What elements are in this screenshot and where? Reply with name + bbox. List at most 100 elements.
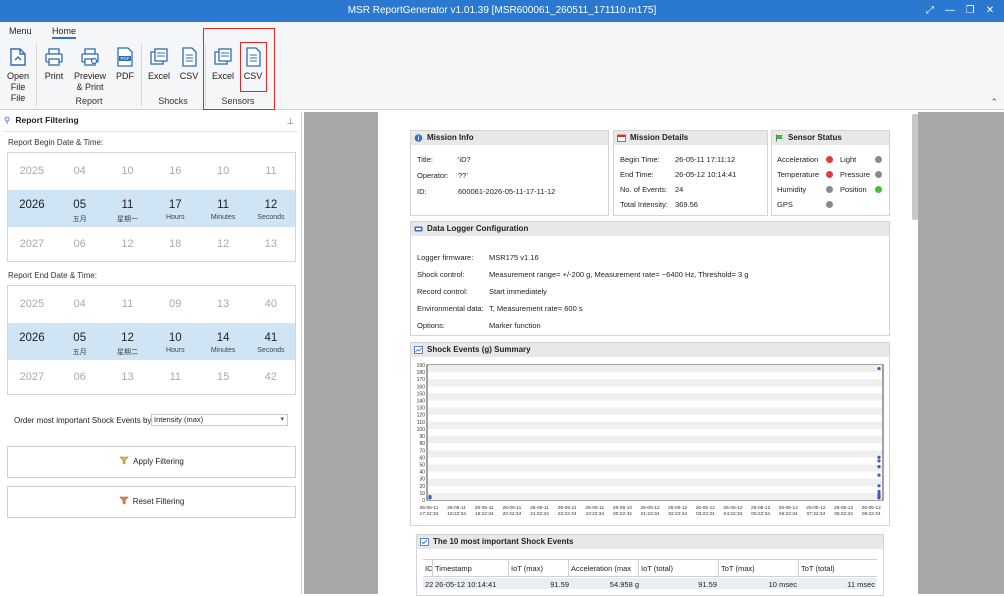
apply-filtering-button[interactable]: Apply Filtering [7, 446, 296, 478]
picker-cell[interactable]: 15 [199, 359, 247, 396]
picker-cell[interactable]: 06 [56, 226, 104, 263]
fullscreen-icon[interactable]: ⤢ [921, 3, 939, 19]
title-label: Title: [417, 155, 433, 164]
picker-cell[interactable]: 11 Minutes [199, 190, 247, 227]
picker-cell[interactable]: 41 Seconds [247, 323, 295, 360]
data-point [877, 465, 881, 469]
print-button[interactable]: Print [41, 46, 67, 82]
column-header[interactable]: ToT (total) [801, 564, 835, 573]
picker-cell[interactable]: 16 [151, 153, 199, 190]
column-header[interactable]: ToT (max) [721, 564, 755, 573]
picker-cell[interactable]: 12 [104, 226, 152, 263]
grid-band [428, 407, 882, 415]
reset-filtering-button[interactable]: Reset Filtering [7, 486, 296, 518]
column-header[interactable]: Acceleration (max [571, 564, 631, 573]
picker-cell[interactable]: 2026 [8, 190, 56, 227]
x-tick-label: 01:22:34 [641, 511, 660, 517]
tab-home[interactable]: Home [52, 26, 77, 39]
data-point [877, 366, 881, 371]
picker-sublabel: Seconds [257, 347, 285, 354]
picker-cell[interactable]: 11 [247, 153, 295, 190]
mission-info-title: Mission Info [427, 133, 474, 142]
x-tick-label: 07:22:34 [807, 511, 826, 517]
shock-summary-title: Shock Events (g) Summary [427, 345, 531, 354]
picker-value: 10 [168, 332, 182, 344]
report-page: Mission Info Title: 'iD? Operator: ??' I… [378, 112, 918, 596]
picker-cell[interactable]: 14 Minutes [199, 323, 247, 360]
picker-cell[interactable]: 05 五月 [56, 190, 104, 227]
column-header[interactable]: IoT (max) [511, 564, 543, 573]
picker-cell[interactable]: 2025 [8, 286, 56, 323]
close-button[interactable]: ✕ [981, 3, 999, 19]
x-tick-label: 08:22:34 [834, 511, 853, 517]
column-header[interactable]: Timestamp [435, 564, 472, 573]
y-tick-label: 190 [417, 363, 426, 369]
picker-cell[interactable]: 09 [151, 286, 199, 323]
open-file-button[interactable]: Open File File [4, 46, 32, 104]
y-tick-label: 70 [419, 448, 425, 454]
picker-cell[interactable]: 2027 [8, 359, 56, 396]
pdf-button[interactable]: PDF PDF [114, 46, 136, 82]
picker-cell[interactable]: 12 星期二 [104, 323, 152, 360]
picker-cell[interactable]: 17 Hours [151, 190, 199, 227]
picker-cell[interactable]: 2025 [8, 153, 56, 190]
begin-time-value: 26-05-11 17:11:12 [675, 155, 736, 164]
picker-cell[interactable]: 13 [199, 286, 247, 323]
picker-value: 09 [169, 298, 182, 310]
restore-button[interactable]: ❐ [961, 3, 979, 19]
picker-cell[interactable]: 10 [199, 153, 247, 190]
column-header[interactable]: IoT (total) [641, 564, 673, 573]
picker-value: 11 [217, 199, 230, 211]
table-cell: 22 [425, 580, 434, 589]
picker-cell[interactable]: 10 Hours [151, 323, 199, 360]
table-row[interactable]: 22 26-05-12 10:14:41 91.59 54.958 g 91.59 10 … [423, 578, 877, 589]
picker-cell[interactable]: 2027 [8, 226, 56, 263]
picker-cell[interactable]: 12 [199, 226, 247, 263]
picker-cell[interactable]: 11 [151, 359, 199, 396]
picker-cell[interactable]: 06 [56, 359, 104, 396]
minimize-button[interactable]: — [941, 3, 959, 19]
begin-date-picker[interactable]: 2025 04 10 16 10 11 2026 05 五月 11 星期一 17 Hours 11 Min… [7, 152, 296, 262]
picker-cell[interactable]: 13 [104, 359, 152, 396]
grid-band [428, 450, 882, 458]
report-scrollbar[interactable] [912, 114, 918, 220]
filter-icon: ⚲ [4, 115, 11, 125]
light-label: Light [840, 155, 857, 164]
picker-cell[interactable]: 04 [56, 286, 104, 323]
picker-cell[interactable]: 13 [247, 226, 295, 263]
excel-icon [150, 48, 168, 65]
x-tick-label: 23:22:34 [585, 511, 604, 517]
flag-icon [776, 134, 783, 142]
tab-menu[interactable]: Menu [9, 26, 32, 36]
x-tick-label: 26-05-12 [779, 505, 799, 511]
picker-cell[interactable]: 05 五月 [56, 323, 104, 360]
picker-prev-row: 2025 04 10 16 10 11 [8, 153, 295, 190]
picker-cell[interactable]: 18 [151, 226, 199, 263]
collapse-ribbon-icon[interactable]: ⌃ [990, 97, 998, 108]
shocks-csv-button[interactable]: CSV [178, 46, 200, 82]
y-tick-label: 10 [419, 491, 425, 497]
end-label: Report End Date & Time: [8, 271, 97, 280]
picker-value: 04 [73, 165, 86, 177]
picker-cell[interactable]: 11 星期一 [104, 190, 152, 227]
picker-cell[interactable]: 10 [104, 153, 152, 190]
x-tick-label: 26-05-12 [751, 505, 771, 511]
pin-icon[interactable]: ⊥ [287, 116, 294, 127]
picker-cell[interactable]: 2026 [8, 323, 56, 360]
picker-value: 12 [121, 238, 134, 250]
picker-cell[interactable]: 04 [56, 153, 104, 190]
picker-cell[interactable]: 40 [247, 286, 295, 323]
shocks-excel-button[interactable]: Excel [146, 46, 172, 82]
picker-cell[interactable]: 11 [104, 286, 152, 323]
window-title: MSR ReportGenerator v1.01.39 [MSR600061_… [347, 5, 657, 16]
id-value: 600061-2026-05-11-17-11-12 [458, 187, 556, 196]
picker-cell[interactable]: 42 [247, 359, 295, 396]
picker-cell[interactable]: 12 Seconds [247, 190, 295, 227]
picker-value: 2025 [19, 298, 45, 310]
preview-print-button[interactable]: Preview & Print [72, 46, 108, 93]
table-cell: 11 msec [847, 580, 875, 589]
order-label: Order most important Shock Events by: [14, 416, 154, 425]
end-date-picker[interactable]: 2025 04 11 09 13 40 2026 05 五月 12 星期二 10 Hours 14 Min… [7, 285, 296, 395]
picker-value: 13 [264, 238, 278, 250]
order-select[interactable]: Intensity (max) ▾ [151, 414, 288, 426]
